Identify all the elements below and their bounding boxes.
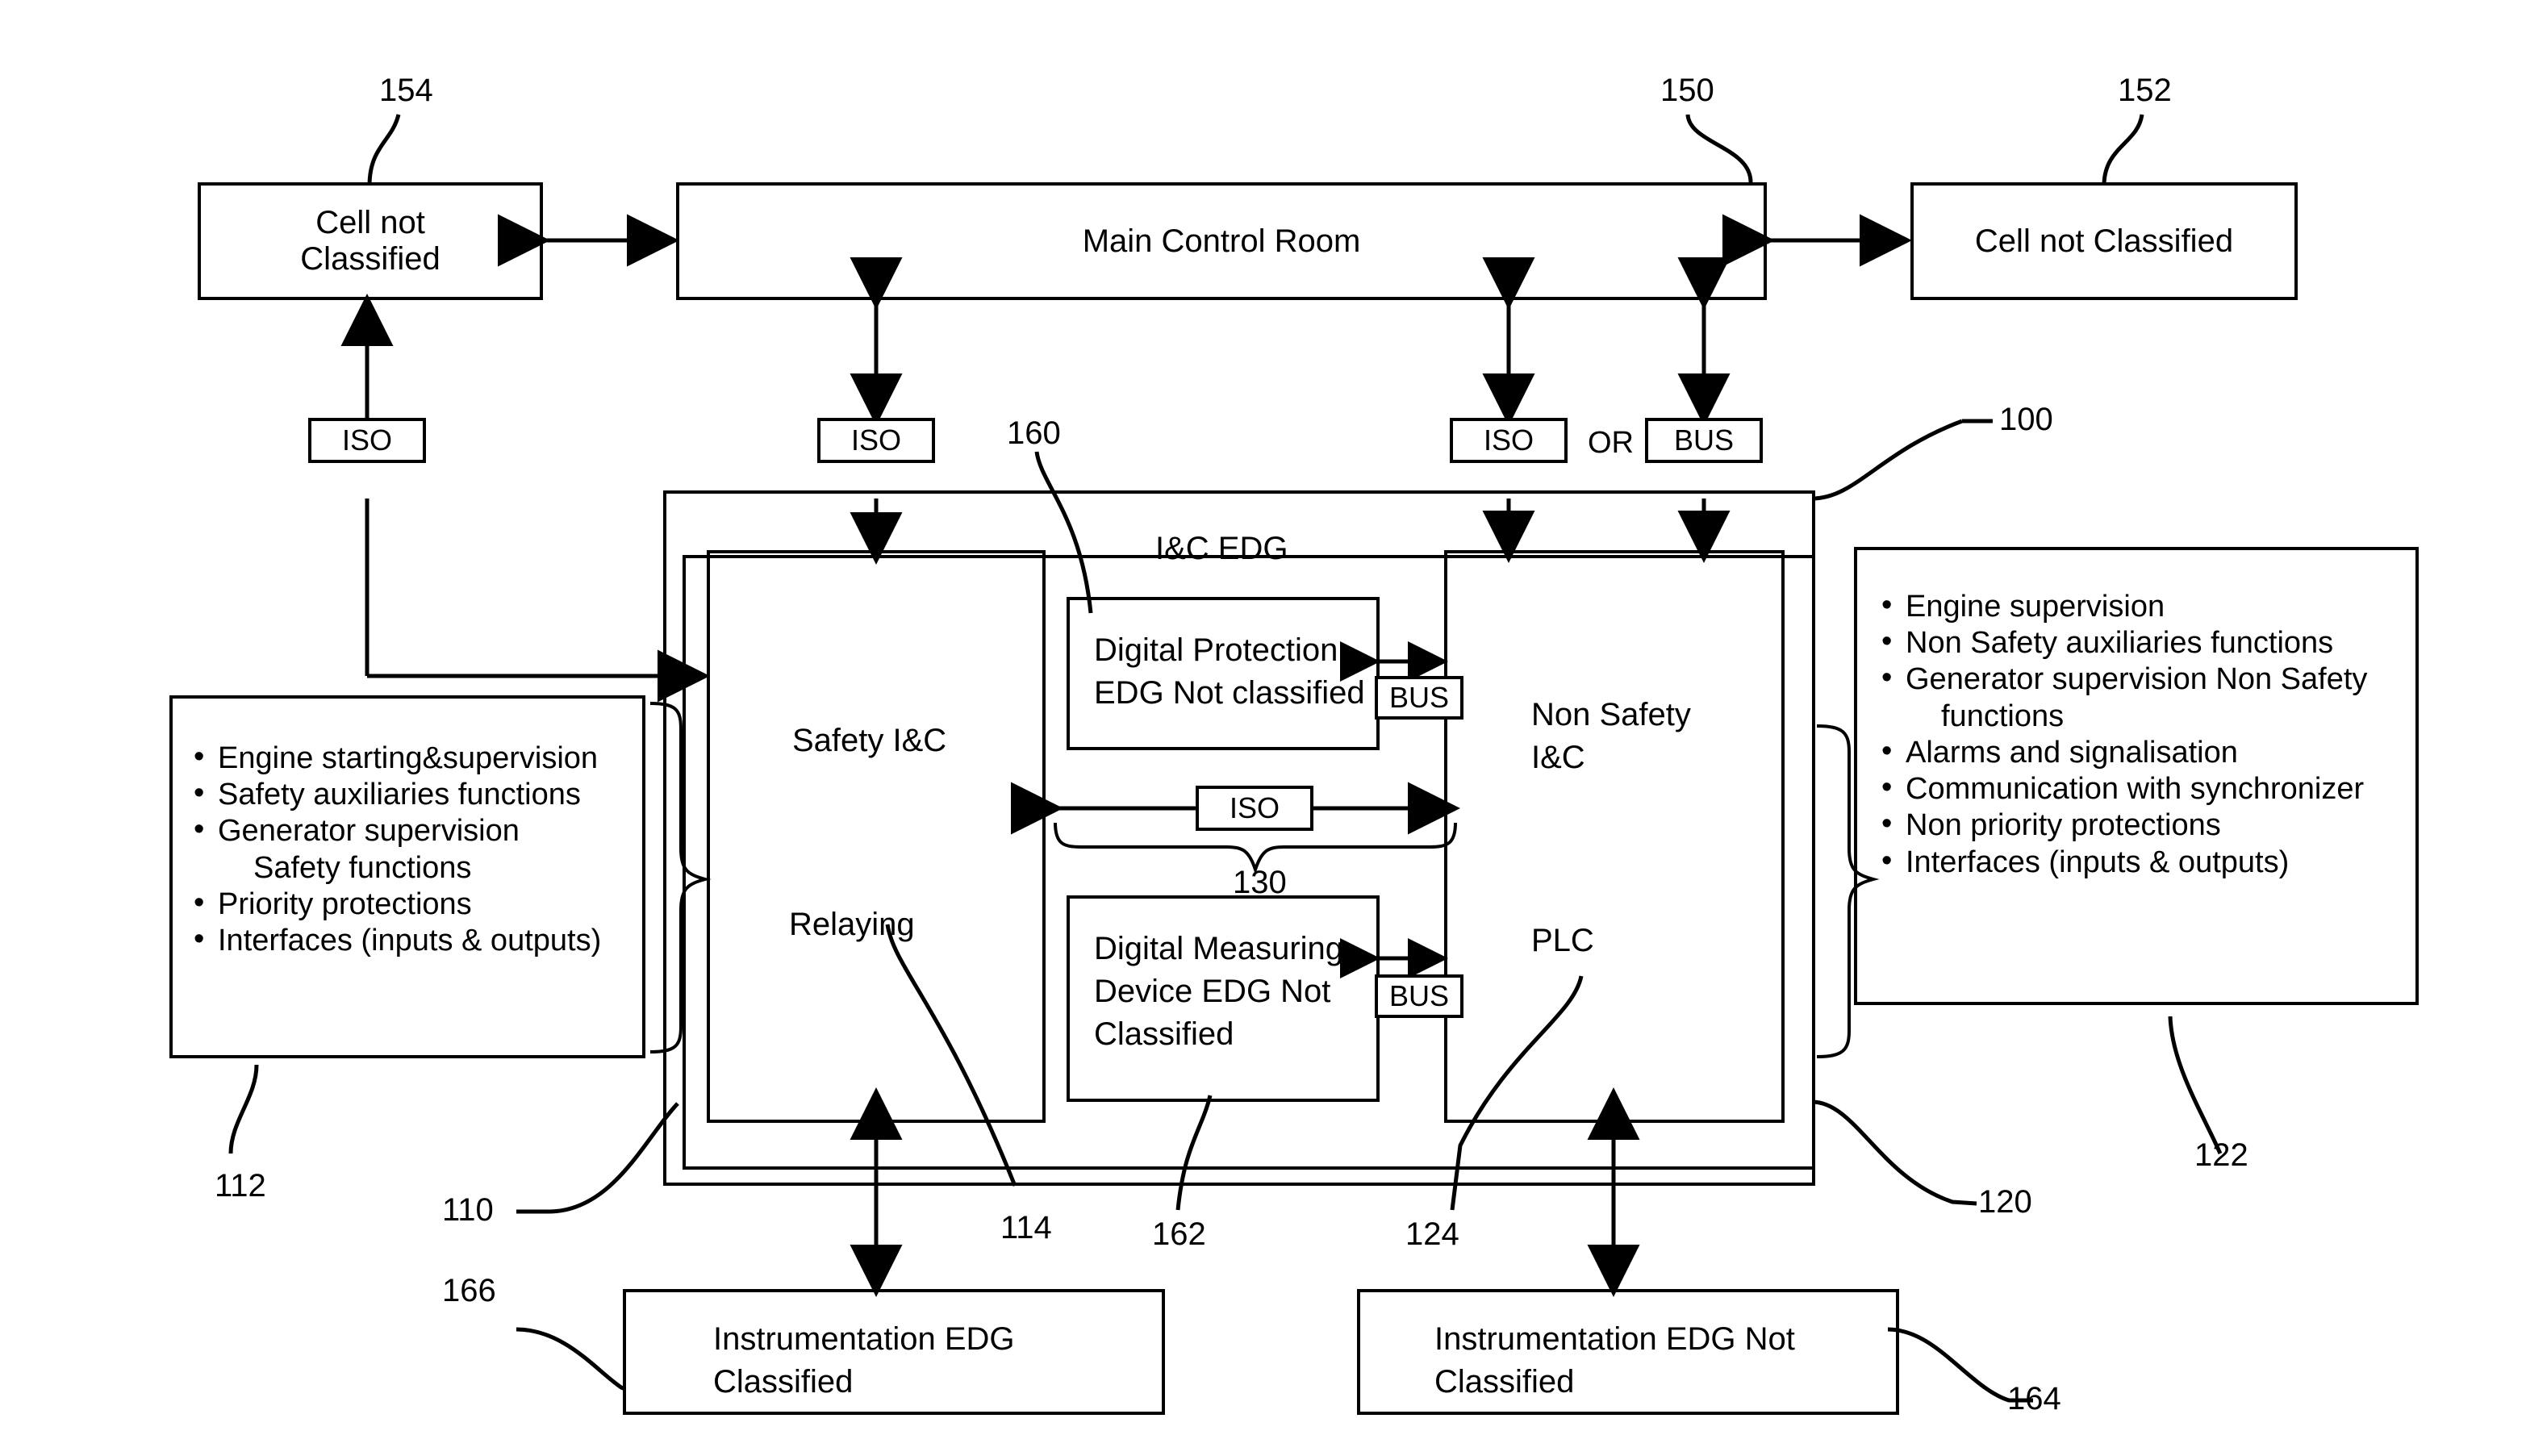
non-safety-ic-box[interactable]: [1444, 550, 1785, 1123]
instrumentation-not-classified-box[interactable]: Instrumentation EDG Not Classified: [1357, 1289, 1899, 1415]
relaying-label: Relaying: [789, 907, 915, 942]
iso-tag-center-label: ISO: [850, 423, 901, 457]
digital-protection-label: Digital Protection EDG Not classified: [1094, 632, 1365, 711]
safety-ic-box[interactable]: [707, 550, 1046, 1123]
ref-110: 110: [442, 1192, 494, 1228]
ref-124: 124: [1405, 1216, 1459, 1252]
instrumentation-not-classified-label: Instrumentation EDG Not Classified: [1434, 1321, 1795, 1400]
list-item: Non priority protections: [1878, 806, 2367, 844]
ref-162: 162: [1152, 1216, 1206, 1252]
ref-150: 150: [1660, 73, 1714, 108]
ref-112: 112: [215, 1168, 266, 1204]
or-label: OR: [1588, 426, 1634, 460]
ref-100: 100: [1999, 402, 2053, 437]
digital-measuring-box[interactable]: Digital Measuring Device EDG Not Classif…: [1067, 895, 1380, 1102]
non-safety-ic-label: Non Safety I&C: [1531, 697, 1691, 775]
iso-tag-center[interactable]: ISO: [817, 418, 935, 463]
bus-tag-measuring-label: BUS: [1388, 979, 1450, 1012]
list-item: functions: [1941, 699, 2065, 733]
ref-122: 122: [2194, 1137, 2248, 1173]
cell-not-classified-left-label: Cell not Classified: [300, 205, 440, 277]
ref-114: 114: [1000, 1210, 1052, 1245]
instrumentation-classified-label: Instrumentation EDG Classified: [713, 1321, 1015, 1400]
bus-tag-right-label: BUS: [1673, 423, 1735, 457]
list-item: Priority protections: [190, 885, 601, 923]
cell-not-classified-right-label: Cell not Classified: [1974, 223, 2234, 259]
bus-tag-protection[interactable]: BUS: [1375, 676, 1463, 720]
instrumentation-classified-box[interactable]: Instrumentation EDG Classified: [623, 1289, 1165, 1415]
digital-protection-box[interactable]: Digital Protection EDG Not classified: [1067, 597, 1380, 750]
ref-154: 154: [379, 73, 433, 108]
digital-measuring-label: Digital Measuring Device EDG Not Classif…: [1094, 931, 1344, 1052]
left-functions-list: Engine starting&supervisionSafety auxili…: [190, 739, 601, 959]
list-item: Communication with synchronizer: [1878, 770, 2367, 807]
iso-tag-right[interactable]: ISO: [1450, 418, 1568, 463]
right-functions-box: Engine supervisionNon Safety auxiliaries…: [1854, 547, 2419, 1005]
iso-tag-left-label: ISO: [341, 423, 392, 457]
safety-ic-label: Safety I&C: [792, 723, 947, 758]
list-item: Interfaces (inputs & outputs): [190, 921, 601, 959]
list-item: Generator supervision Non Safety: [1878, 660, 2367, 698]
list-item: Generator supervision: [190, 811, 601, 849]
ref-160: 160: [1007, 415, 1061, 451]
ref-152: 152: [2118, 73, 2172, 108]
main-control-room-box[interactable]: Main Control Room: [676, 182, 1767, 300]
ref-166: 166: [442, 1273, 496, 1308]
list-item: Engine starting&supervision: [190, 739, 601, 777]
list-item: Alarms and signalisation: [1878, 733, 2367, 771]
iso-tag-middle[interactable]: ISO: [1196, 786, 1313, 831]
ref-164: 164: [2007, 1381, 2061, 1416]
cell-not-classified-left-box[interactable]: Cell not Classified: [198, 182, 543, 300]
ic-edg-label: I&C EDG: [1155, 531, 1288, 566]
cell-not-classified-right-box[interactable]: Cell not Classified: [1910, 182, 2298, 300]
list-item: Safety functions: [253, 850, 472, 885]
list-item: Safety auxiliaries functions: [190, 775, 601, 813]
main-control-room-label: Main Control Room: [1082, 223, 1361, 259]
patent-diagram-canvas: 154 150 152 100 160 130 112 110 166 114 …: [0, 0, 2526, 1456]
ref-120: 120: [1978, 1184, 2032, 1220]
left-functions-box: Engine starting&supervisionSafety auxili…: [169, 695, 645, 1058]
iso-tag-middle-label: ISO: [1229, 791, 1280, 824]
right-functions-list: Engine supervisionNon Safety auxiliaries…: [1878, 587, 2367, 881]
bus-tag-right[interactable]: BUS: [1645, 418, 1763, 463]
bus-tag-protection-label: BUS: [1388, 681, 1450, 714]
bus-tag-measuring[interactable]: BUS: [1375, 974, 1463, 1018]
list-item: Engine supervision: [1878, 587, 2367, 625]
list-item: Interfaces (inputs & outputs): [1878, 843, 2367, 881]
iso-tag-left[interactable]: ISO: [308, 418, 426, 463]
plc-label: PLC: [1531, 923, 1594, 958]
iso-tag-right-label: ISO: [1483, 423, 1534, 457]
list-item: Non Safety auxiliaries functions: [1878, 624, 2367, 661]
